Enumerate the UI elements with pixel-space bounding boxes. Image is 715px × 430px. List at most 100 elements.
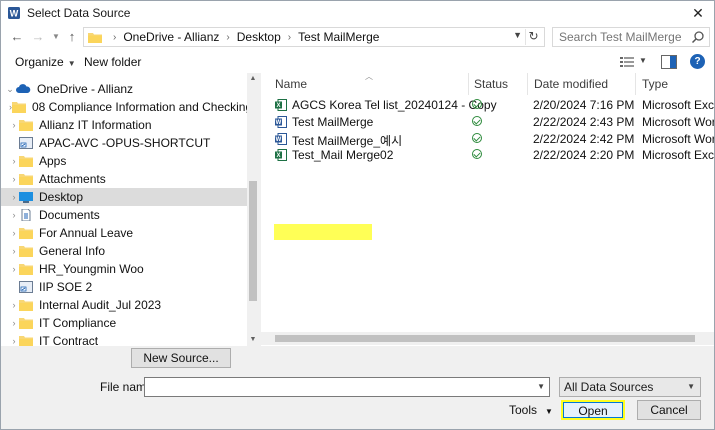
view-options-caret-icon[interactable]: ▼ bbox=[639, 56, 647, 65]
nav-item-folder[interactable]: › For Annual Leave bbox=[9, 224, 254, 242]
file-type: Microsoft Word D bbox=[642, 115, 714, 129]
column-header-date[interactable]: Date modified bbox=[528, 73, 636, 95]
organize-label: Organize bbox=[15, 55, 64, 69]
nav-item-folder[interactable]: › HR_Youngmin Woo bbox=[9, 260, 254, 278]
command-toolbar: Organize ▼ New folder ▼ ? bbox=[1, 51, 714, 73]
folder-icon bbox=[88, 32, 102, 43]
tools-menu[interactable]: Tools ▼ bbox=[509, 403, 553, 417]
back-button[interactable]: ← bbox=[9, 29, 25, 45]
shortcut-icon bbox=[19, 137, 33, 149]
nav-item-folder[interactable]: › IT Compliance bbox=[9, 314, 254, 332]
nav-item-label: Attachments bbox=[39, 172, 106, 186]
nav-item-folder[interactable]: › Apps bbox=[9, 152, 254, 170]
nav-item-documents[interactable]: › Documents bbox=[9, 206, 254, 224]
scrollbar-thumb[interactable] bbox=[275, 335, 695, 342]
view-details-icon[interactable] bbox=[620, 56, 634, 68]
folder-icon bbox=[19, 156, 33, 167]
folder-icon bbox=[19, 246, 33, 257]
chevron-right-icon: › bbox=[12, 174, 16, 184]
nav-item-folder[interactable]: › Internal Audit_Jul 2023 bbox=[9, 296, 254, 314]
nav-item-label: 08 Compliance Information and Checking T… bbox=[32, 100, 259, 114]
sync-status-icon bbox=[472, 133, 482, 143]
scroll-down-icon[interactable]: ▼ bbox=[247, 334, 259, 346]
chevron-right-icon: › bbox=[12, 318, 16, 328]
new-source-button[interactable]: New Source... bbox=[131, 348, 231, 368]
file-name: Test MailMerge bbox=[292, 115, 374, 129]
breadcrumb-test-mailmerge[interactable]: Test MailMerge bbox=[296, 30, 381, 44]
nav-item-label: IT Contract bbox=[39, 334, 99, 346]
nav-item-shortcut[interactable]: IIP SOE 2 bbox=[9, 278, 254, 296]
recent-locations-button[interactable]: ▼ bbox=[48, 29, 64, 45]
folder-icon bbox=[19, 264, 33, 275]
file-name-combobox[interactable]: ▼ bbox=[144, 377, 550, 397]
chevron-down-icon[interactable]: ▼ bbox=[537, 382, 545, 391]
chevron-right-icon: › bbox=[12, 228, 16, 238]
organize-menu[interactable]: Organize ▼ bbox=[15, 55, 76, 69]
file-name-input[interactable] bbox=[145, 378, 535, 396]
search-box[interactable] bbox=[552, 27, 710, 47]
desktop-icon bbox=[19, 192, 33, 203]
address-dropdown-icon[interactable]: ▼ bbox=[513, 30, 522, 40]
tools-label: Tools bbox=[509, 403, 538, 417]
new-folder-button[interactable]: New folder bbox=[84, 55, 141, 69]
help-icon[interactable]: ? bbox=[690, 54, 705, 69]
svg-text:X: X bbox=[276, 103, 280, 109]
nav-item-folder[interactable]: › Attachments bbox=[9, 170, 254, 188]
file-row[interactable]: X Test_Mail Merge02 2/22/2024 2:20 PM Mi… bbox=[261, 147, 714, 163]
cloud-icon bbox=[16, 84, 31, 93]
breadcrumb-separator-icon: › bbox=[113, 31, 117, 43]
file-row[interactable]: X AGCS Korea Tel list_20240124 - Copy 2/… bbox=[261, 97, 714, 113]
nav-item-folder[interactable]: › IT Contract bbox=[9, 332, 254, 346]
up-button[interactable]: ↑ bbox=[64, 29, 80, 45]
address-bar[interactable]: › OneDrive - Allianz › Desktop › Test Ma… bbox=[83, 27, 545, 47]
open-button[interactable]: Open bbox=[561, 400, 625, 420]
file-date: 2/20/2024 7:16 PM bbox=[533, 98, 635, 112]
file-date: 2/22/2024 2:43 PM bbox=[533, 115, 635, 129]
nav-item-folder[interactable]: › Allianz IT Information bbox=[9, 116, 254, 134]
breadcrumb-onedrive[interactable]: OneDrive - Allianz bbox=[121, 30, 221, 44]
close-button[interactable]: ✕ bbox=[686, 3, 710, 23]
chevron-right-icon: › bbox=[12, 156, 16, 166]
navigation-pane: ⌄ OneDrive - Allianz › 08 Compliance Inf… bbox=[1, 73, 259, 346]
nav-item-onedrive[interactable]: ⌄ OneDrive - Allianz bbox=[5, 80, 250, 98]
nav-item-label: HR_Youngmin Woo bbox=[39, 262, 144, 276]
nav-item-folder[interactable]: › 08 Compliance Information and Checking… bbox=[9, 98, 259, 116]
chevron-right-icon: › bbox=[12, 120, 16, 130]
file-name: AGCS Korea Tel list_20240124 - Copy bbox=[292, 98, 497, 112]
chevron-right-icon: › bbox=[12, 192, 16, 202]
chevron-expanded-icon: ⌄ bbox=[6, 83, 14, 94]
breadcrumb-desktop[interactable]: Desktop bbox=[235, 30, 283, 44]
nav-item-label: General Info bbox=[39, 244, 106, 258]
file-list-horizontal-scrollbar[interactable] bbox=[261, 332, 714, 345]
search-icon bbox=[691, 31, 704, 44]
nav-item-folder[interactable]: › General Info bbox=[9, 242, 254, 260]
nav-item-label: Internal Audit_Jul 2023 bbox=[39, 298, 162, 312]
folder-icon bbox=[19, 120, 33, 131]
scrollbar-thumb[interactable] bbox=[249, 181, 257, 301]
file-row[interactable]: W Test MailMerge 2/22/2024 2:43 PM Micro… bbox=[261, 114, 714, 130]
file-row[interactable]: W Test MailMerge_예시 2/22/2024 2:42 PM Mi… bbox=[261, 131, 714, 148]
svg-text:W: W bbox=[276, 137, 282, 143]
nav-item-label: APAC-AVC -OPUS-SHORTCUT bbox=[39, 136, 211, 150]
word-file-icon: W bbox=[275, 133, 287, 145]
nav-item-label: Desktop bbox=[39, 190, 84, 204]
file-date: 2/22/2024 2:42 PM bbox=[533, 132, 635, 146]
scroll-up-icon[interactable]: ▲ bbox=[247, 73, 259, 85]
file-name: Test_Mail Merge02 bbox=[292, 148, 394, 162]
nav-vertical-scrollbar[interactable]: ▲ ▼ bbox=[247, 73, 259, 346]
column-header-name[interactable]: Name bbox=[269, 73, 469, 95]
search-input[interactable] bbox=[553, 28, 683, 46]
chevron-down-icon: ▼ bbox=[687, 382, 695, 391]
cancel-button[interactable]: Cancel bbox=[637, 400, 701, 420]
forward-button[interactable]: → bbox=[30, 29, 46, 45]
folder-icon bbox=[19, 336, 33, 346]
refresh-icon[interactable]: ↻ bbox=[525, 29, 541, 45]
nav-item-shortcut[interactable]: APAC-AVC -OPUS-SHORTCUT bbox=[9, 134, 254, 152]
nav-item-desktop[interactable]: › Desktop bbox=[1, 188, 247, 206]
breadcrumb-separator-icon: › bbox=[287, 31, 292, 43]
file-type-filter-select[interactable]: All Data Sources ▼ bbox=[559, 377, 701, 397]
chevron-right-icon: › bbox=[12, 210, 16, 220]
preview-pane-icon[interactable] bbox=[661, 55, 677, 69]
column-header-status[interactable]: Status bbox=[468, 73, 528, 95]
column-header-type[interactable]: Type bbox=[636, 73, 714, 95]
